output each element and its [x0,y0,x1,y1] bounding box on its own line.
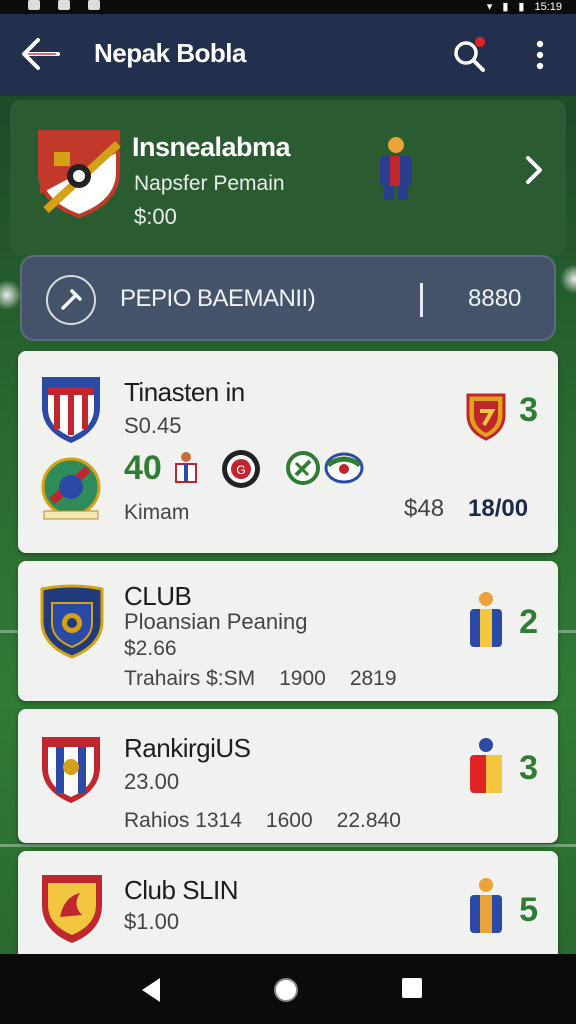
club-stat: 40 [124,449,162,487]
club-crest [38,457,104,523]
search-bar-count: 8880 [468,285,522,312]
stadium-light [560,264,576,294]
club-price: $48 [404,495,445,522]
featured-club-title: Insnealabma [132,132,291,162]
tool-icon [46,275,96,325]
club-name: CLUB [124,581,192,611]
club-rank: 3 [519,749,538,787]
club-value: 23.00 [124,769,180,794]
club-value: S0.45 [124,413,182,438]
club-name: Tinasten in [124,377,245,407]
list-item[interactable]: Tinasten in S0.45 40 G Kimam $48 18/00 3 [18,351,558,553]
search-icon [454,37,485,72]
list-item[interactable]: Club SLIN $1.00 5 [18,851,558,954]
status-time: 15:19 [534,0,562,13]
club-price: $2.66 [124,637,177,660]
club-badge-icon [324,451,364,490]
player-icon [466,737,506,795]
more-options-button[interactable] [528,38,552,74]
club-name: RankirgiUS [124,733,251,763]
club-stat: 2819 [349,667,397,690]
status-bar: ▾ ▮ ▮ 15:19 [0,0,576,14]
nav-recents-button[interactable] [400,976,424,1005]
wifi-icon: ▾ [486,1,493,13]
recents-square-icon [402,978,422,998]
club-rank: 5 [519,891,538,929]
chevron-right-icon[interactable] [522,152,546,188]
club-badge-icon: G [220,449,262,494]
list-item[interactable]: RankirgiUS 23.00 Rahios 1314 1600 22.840… [18,709,558,843]
pitch-line [0,844,576,847]
divider [420,283,423,317]
status-notifications [28,0,100,10]
back-button[interactable] [18,36,62,72]
player-search-bar[interactable]: PEPIO BAEMANII) 8880 [20,255,556,341]
player-icon [466,591,506,649]
club-price-secondary: 18/00 [468,495,529,522]
club-stat: 22.840 [336,809,401,832]
notification-icon [28,0,40,10]
notification-icon [88,0,100,10]
club-rank: 2 [519,603,538,641]
club-name: Club SLIN [124,875,239,905]
system-nav-bar [0,954,576,1024]
back-arrow-icon [22,38,60,70]
club-subtitle: Ploansian Peaning [124,609,308,634]
nav-home-button[interactable] [272,976,300,1009]
notification-icon [58,0,70,10]
club-stat: 1900 [279,667,326,690]
club-stats-row: Trahairs $:SM 1900 2819 [124,667,397,691]
battery-icon: ▮ [518,1,525,13]
stadium-light [0,280,22,310]
club-crest [40,583,104,659]
club-crest [34,124,124,219]
club-crest [40,871,104,945]
club-stat: 1600 [265,809,313,832]
player-icon [172,451,200,492]
status-indicators: ▾ ▮ ▮ 15:19 [486,0,562,14]
search-bar-label: PEPIO BAEMANII) [120,285,316,312]
back-triangle-icon [142,978,160,1002]
featured-club-card[interactable]: Insnealabma Napsfer Pemain $:00 [10,100,566,256]
search-button[interactable] [450,36,490,76]
signal-icon: ▮ [502,1,509,13]
club-stat: Rahios 1314 [124,809,242,832]
more-vertical-icon [536,40,544,70]
svg-text:G: G [236,463,245,477]
app-bar: Nepak Bobla [0,14,576,96]
club-rank: 3 [519,391,538,429]
list-item[interactable]: CLUB Ploansian Peaning $2.66 Trahairs $:… [18,561,558,701]
featured-club-price: $:00 [134,204,177,229]
player-icon [374,136,418,202]
club-stat: Trahairs $:SM [124,667,256,690]
club-stats-row: Rahios 1314 1600 22.840 [124,809,401,833]
club-badge-icon [286,451,320,490]
app-title: Nepak Bobla [94,38,247,68]
club-badge-icon [466,391,506,449]
nav-back-button[interactable] [138,976,164,1009]
club-crest [40,733,102,805]
club-footer-text: Kimam [124,501,190,524]
home-circle-icon [274,978,298,1002]
club-value: $1.00 [124,909,180,934]
player-icon [466,877,506,935]
club-crest [40,373,102,445]
featured-club-subtitle: Napsfer Pemain [134,172,285,195]
